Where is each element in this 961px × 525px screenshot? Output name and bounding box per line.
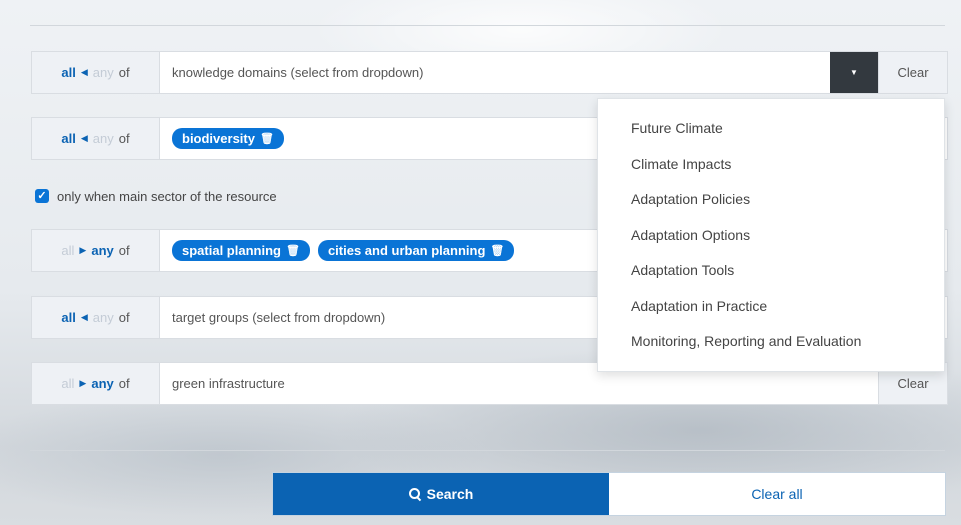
- menu-item[interactable]: Adaptation Policies: [598, 188, 944, 224]
- toggle-arrow-icon: ◀: [80, 133, 88, 143]
- tag-label: spatial planning: [182, 243, 281, 258]
- all-any-toggle[interactable]: all ▶ any of: [32, 230, 160, 271]
- knowledge-domains-dropdown-menu: Future Climate Climate Impacts Adaptatio…: [597, 98, 945, 372]
- filter-tag[interactable]: biodiversity 🗑: [172, 128, 284, 149]
- menu-item[interactable]: Future Climate: [598, 117, 944, 153]
- toggle-of-label: of: [118, 65, 130, 80]
- clear-button[interactable]: Clear: [878, 52, 947, 93]
- menu-item[interactable]: Adaptation Options: [598, 224, 944, 260]
- menu-item[interactable]: Adaptation in Practice: [598, 295, 944, 331]
- tag-label: biodiversity: [182, 131, 255, 146]
- search-button[interactable]: Search: [273, 473, 609, 515]
- toggle-any-label: any: [92, 131, 114, 146]
- trash-icon[interactable]: 🗑: [490, 244, 504, 257]
- toggle-of-label: of: [118, 243, 130, 258]
- toggle-all-label: all: [61, 243, 75, 258]
- search-icon: [408, 488, 421, 500]
- toggle-any-label: any: [92, 65, 114, 80]
- toggle-all-label: all: [61, 310, 76, 325]
- toggle-arrow-icon: ▶: [79, 245, 87, 255]
- all-any-toggle[interactable]: all ◀ any of: [32, 118, 160, 159]
- search-actions: Search Clear all: [272, 472, 946, 516]
- trash-icon[interactable]: 🗑: [260, 132, 274, 145]
- toggle-of-label: of: [118, 131, 130, 146]
- keywords-value: green infrastructure: [172, 376, 285, 391]
- toggle-all-label: all: [61, 65, 76, 80]
- knowledge-domains-placeholder: knowledge domains (select from dropdown): [172, 65, 424, 80]
- all-any-toggle[interactable]: all ▶ any of: [32, 363, 160, 404]
- target-groups-input[interactable]: target groups (select from dropdown): [172, 297, 385, 338]
- knowledge-domains-filter: all ◀ any of knowledge domains (select f…: [31, 51, 948, 94]
- all-any-toggle[interactable]: all ◀ any of: [32, 297, 160, 338]
- toggle-of-label: of: [118, 310, 130, 325]
- menu-item[interactable]: Climate Impacts: [598, 153, 944, 189]
- toggle-all-label: all: [61, 131, 76, 146]
- search-button-label: Search: [426, 486, 474, 502]
- toggle-all-label: all: [61, 376, 75, 391]
- toggle-arrow-icon: ▶: [79, 378, 87, 388]
- main-sector-option[interactable]: ✓ only when main sector of the resource: [35, 186, 277, 206]
- target-groups-placeholder: target groups (select from dropdown): [172, 310, 386, 325]
- dropdown-toggle-button[interactable]: ▼: [830, 52, 878, 93]
- toggle-any-label: any: [91, 243, 114, 258]
- toggle-any-label: any: [91, 376, 114, 391]
- toggle-arrow-icon: ◀: [80, 312, 88, 322]
- bottom-divider: [30, 450, 945, 451]
- sectors-input[interactable]: biodiversity 🗑: [172, 118, 284, 159]
- knowledge-domains-input[interactable]: knowledge domains (select from dropdown): [172, 52, 423, 93]
- filter-tag[interactable]: cities and urban planning 🗑: [317, 240, 515, 261]
- tag-label: cities and urban planning: [327, 243, 486, 258]
- caret-down-icon: ▼: [850, 68, 858, 77]
- filter-tag[interactable]: spatial planning 🗑: [172, 240, 310, 261]
- elements-input[interactable]: spatial planning 🗑 cities and urban plan…: [172, 230, 515, 271]
- menu-item[interactable]: Monitoring, Reporting and Evaluation: [598, 330, 944, 366]
- menu-item[interactable]: Adaptation Tools: [598, 259, 944, 295]
- trash-icon[interactable]: 🗑: [286, 244, 300, 257]
- top-divider: [30, 25, 945, 26]
- check-icon[interactable]: ✓: [35, 189, 49, 203]
- all-any-toggle[interactable]: all ◀ any of: [32, 52, 160, 93]
- main-sector-label: only when main sector of the resource: [57, 188, 277, 204]
- toggle-arrow-icon: ◀: [80, 67, 88, 77]
- keywords-input[interactable]: green infrastructure: [172, 363, 285, 404]
- toggle-any-label: any: [92, 310, 114, 325]
- clear-all-button[interactable]: Clear all: [609, 473, 945, 515]
- toggle-of-label: of: [118, 376, 130, 391]
